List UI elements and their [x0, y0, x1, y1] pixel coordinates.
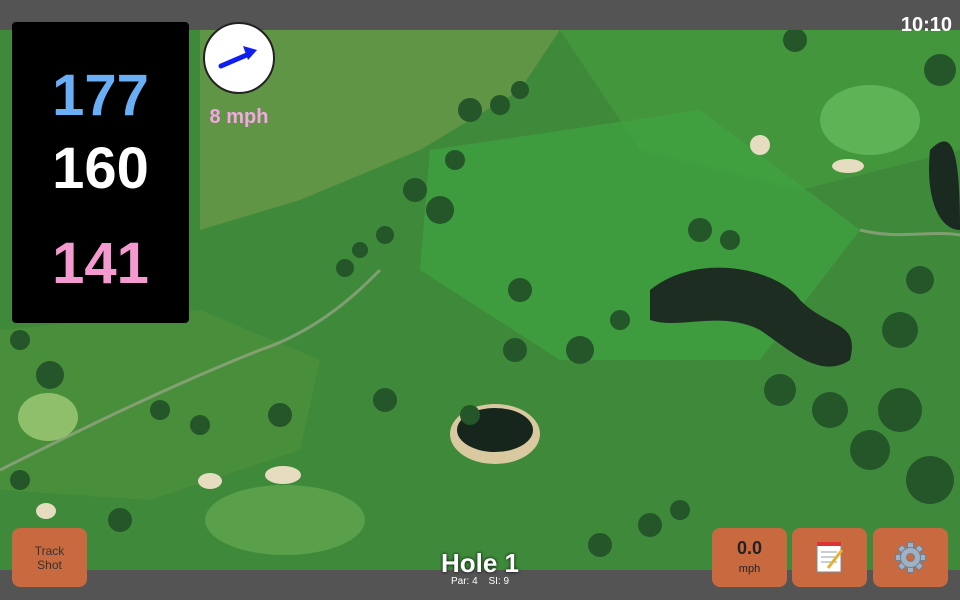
track-shot-button[interactable]: Track Shot	[12, 528, 87, 587]
notepad-icon	[816, 542, 844, 573]
wind-arrow-icon	[218, 46, 257, 69]
track-shot-label-1: Track	[34, 544, 65, 558]
track-shot-label-2: Shot	[37, 558, 62, 572]
speed-value: 0.0	[736, 538, 763, 558]
notes-button[interactable]	[792, 528, 867, 587]
yardage-panel: 177 160 141	[12, 22, 189, 323]
back-yardage: 177	[52, 63, 149, 128]
front-yardage: 141	[52, 231, 149, 296]
middle-yardage: 160	[52, 136, 149, 201]
speed-button[interactable]: 0.0 mph	[712, 528, 787, 587]
speed-unit: mph	[738, 563, 761, 575]
settings-button[interactable]	[873, 528, 948, 587]
hole-info: Par: 4 SI: 9	[380, 576, 580, 587]
hole-title: Hole 1	[440, 548, 520, 578]
gear-icon	[895, 542, 926, 573]
hole-stroke-index: SI: 9	[488, 576, 510, 587]
hole-par: Par: 4	[450, 576, 478, 587]
clock: 10:10	[900, 14, 952, 36]
wind-speed: 8 mph	[209, 106, 269, 128]
wind-indicator	[203, 22, 275, 94]
